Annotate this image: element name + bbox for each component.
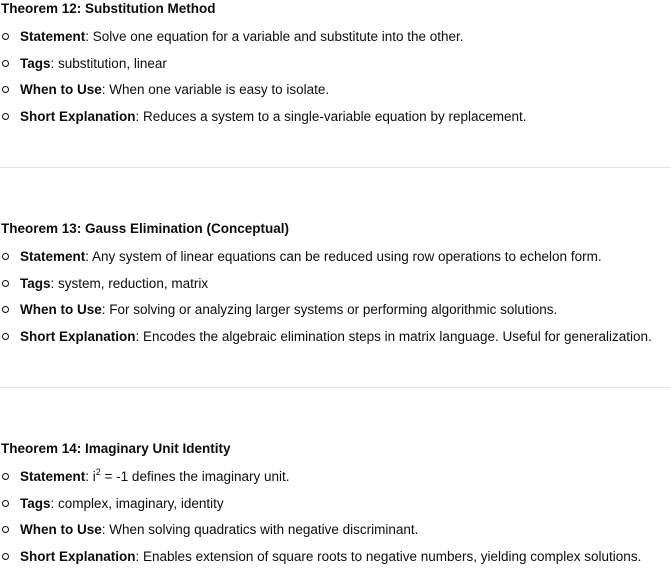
hollow-bullet-icon [2,86,9,94]
list-item: Tags: substitution, linear [0,56,671,83]
theorem-title: Theorem 12: Substitution Method [1,1,216,16]
item-text: Any system of linear equations can be re… [92,249,602,264]
item-separator: : [135,329,144,345]
item-text: Reduces a system to a single-variable eq… [143,109,527,125]
item-text: Solve one equation for a variable and su… [92,29,464,44]
item-key: Statement [20,249,86,264]
item-separator: : [85,29,93,44]
item-key: When to Use [20,302,102,318]
item-key: Statement [20,469,86,484]
list-item: When to Use: For solving or analyzing la… [0,302,671,329]
item-text: When one variable is easy to isolate. [109,82,330,98]
theorem-section: Theorem 14: Imaginary Unit Identity Stat… [0,441,671,576]
theorem-item-list: Statement: i2 = -1 defines the imaginary… [0,468,671,576]
hollow-bullet-icon [2,526,9,534]
item-separator: : [135,549,144,565]
hollow-bullet-icon [2,253,9,260]
item-text: complex, imaginary, identity [58,495,224,511]
list-item: When to Use: When one variable is easy t… [0,82,671,109]
theorem-title: Theorem 13: Gauss Elimination (Conceptua… [1,221,290,236]
item-separator: : [50,275,59,291]
theorem-section: Theorem 12: Substitution Method Statemen… [0,1,671,136]
item-text: Encodes the algebraic elimination steps … [143,329,652,345]
hollow-bullet-icon [2,33,9,40]
section-divider [0,387,671,388]
item-text: When solving quadratics with negative di… [109,522,419,538]
item-text: substitution, linear [58,55,167,71]
list-item: Statement: Any system of linear equation… [0,249,671,276]
item-key: Short Explanation [20,549,136,565]
item-key: When to Use [20,82,102,98]
item-text: system, reduction, matrix [58,275,209,291]
item-key: When to Use [20,522,102,538]
list-item: Statement: Solve one equation for a vari… [0,29,671,56]
item-separator: : [50,495,59,511]
hollow-bullet-icon [2,473,9,480]
theorem-section: Theorem 13: Gauss Elimination (Conceptua… [0,221,671,356]
section-divider [0,167,671,168]
theorem-item-list: Statement: Any system of linear equation… [0,249,671,356]
hollow-bullet-icon [2,306,9,314]
list-item: Tags: system, reduction, matrix [0,276,671,303]
item-text: Enables extension of square roots to neg… [143,549,642,565]
item-key: Short Explanation [20,109,136,125]
item-text: = -1 defines the imaginary unit. [100,469,290,484]
theorem-title: Theorem 14: Imaginary Unit Identity [1,441,231,456]
item-key: Tags [20,55,51,71]
hollow-bullet-icon [2,499,9,507]
item-key: Tags [20,495,51,511]
list-item: Short Explanation: Reduces a system to a… [0,109,671,136]
hollow-bullet-icon [2,553,9,561]
list-item: When to Use: When solving quadratics wit… [0,522,671,549]
hollow-bullet-icon [2,333,9,341]
list-item: Short Explanation: Encodes the algebraic… [0,329,671,356]
item-text: For solving or analyzing larger systems … [109,302,558,318]
list-item: Short Explanation: Enables extension of … [0,549,671,576]
hollow-bullet-icon [2,279,9,287]
item-separator: : [50,55,59,71]
item-separator: : [135,109,144,125]
hollow-bullet-icon [2,59,9,67]
item-separator: : [85,469,93,484]
item-key: Tags [20,275,51,291]
item-key: Statement [20,29,86,44]
theorem-item-list: Statement: Solve one equation for a vari… [0,29,671,136]
list-item: Statement: i2 = -1 defines the imaginary… [0,468,671,496]
item-key: Short Explanation [20,329,136,345]
list-item: Tags: complex, imaginary, identity [0,496,671,523]
hollow-bullet-icon [2,113,9,121]
